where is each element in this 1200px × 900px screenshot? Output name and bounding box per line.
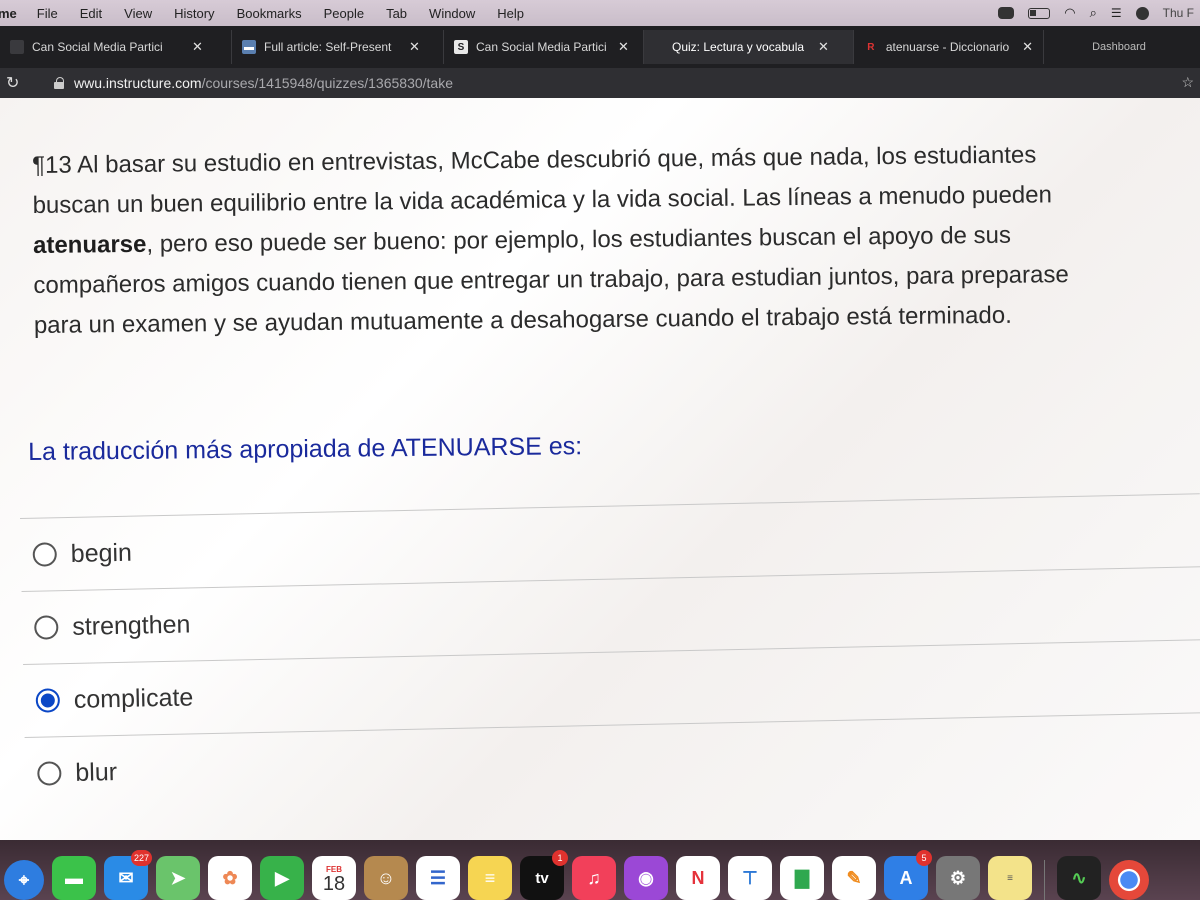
tab-dashboard[interactable]: Dashboard <box>1044 30 1194 64</box>
app-store-icon[interactable]: A5 <box>884 850 932 900</box>
tab-title: Quiz: Lectura y vocabula <box>672 40 805 54</box>
menu-edit[interactable]: Edit <box>80 6 102 21</box>
page-favicon-icon <box>10 40 24 54</box>
reload-icon[interactable]: ↻ <box>6 73 26 93</box>
search-icon[interactable]: ⌕ <box>1090 5 1097 21</box>
notes-icon[interactable]: ≡ <box>468 856 512 900</box>
stickies-icon[interactable]: ≡ <box>988 856 1032 900</box>
tab-title: Can Social Media Partici <box>476 40 607 54</box>
podcasts-icon[interactable]: ◉ <box>624 856 668 900</box>
radio-button-selected[interactable] <box>35 688 61 713</box>
menu-clock[interactable]: Thu F <box>1163 6 1194 20</box>
dock: ⌖ ▬ ✉ 227 ➤ ✿ ▶ FEB 18 ☺ ☰ ≡ tv 1 ♫ ◉ N ⊤ … <box>0 848 1149 900</box>
reading-passage: ¶13 Al basar su estudio en entrevistas, … <box>32 134 1196 346</box>
safari-icon[interactable]: ⌖ <box>4 860 44 900</box>
tab-strip: Can Social Media Partici ✕ ▬ Full articl… <box>0 26 1200 68</box>
tv-badge: 1 <box>552 850 568 866</box>
menu-help[interactable]: Help <box>497 6 524 21</box>
numbers-icon[interactable]: ▇ <box>780 856 824 900</box>
tab-quiz[interactable]: Quiz: Lectura y vocabula ✕ <box>644 30 854 64</box>
url-field[interactable]: wwu.instructure.com/courses/1415948/quiz… <box>74 75 453 91</box>
menu-tab[interactable]: Tab <box>386 6 407 21</box>
radio-button[interactable] <box>37 761 62 786</box>
quiz-page: ¶13 Al basar su estudio en entrevistas, … <box>0 98 1200 840</box>
lock-icon[interactable] <box>54 77 64 89</box>
tab-social-media-2[interactable]: S Can Social Media Partici ✕ <box>444 30 644 64</box>
mail-badge: 227 <box>130 850 152 866</box>
close-icon[interactable]: ✕ <box>1022 39 1033 55</box>
menu-bar: me File Edit View History Bookmarks Peop… <box>0 0 1200 26</box>
close-icon[interactable]: ✕ <box>192 39 203 55</box>
tab-title: atenuarse - Diccionario <box>885 40 1010 54</box>
contacts-icon[interactable]: ☺ <box>364 856 408 900</box>
journal-favicon-icon: ▬ <box>242 40 256 54</box>
tab-diccionario[interactable]: R atenuarse - Diccionario ✕ <box>854 30 1044 64</box>
close-icon[interactable]: ✕ <box>818 39 829 55</box>
close-icon[interactable]: ✕ <box>409 39 420 55</box>
chrome-icon[interactable] <box>1109 860 1149 900</box>
screen-record-icon[interactable] <box>998 7 1015 19</box>
facetime-icon[interactable]: ▶ <box>260 856 304 900</box>
tab-title: Full article: Self-Present <box>264 40 392 54</box>
url-path: /courses/1415948/quizzes/1365830/take <box>201 75 453 91</box>
app-menu[interactable]: me <box>0 6 17 21</box>
calendar-day: 18 <box>322 872 346 895</box>
tab-social-media-1[interactable]: Can Social Media Partici ✕ <box>0 30 232 64</box>
activity-monitor-icon[interactable]: ∿ <box>1057 856 1101 900</box>
maps-icon[interactable]: ➤ <box>156 856 200 900</box>
answer-label[interactable]: complicate <box>74 683 194 714</box>
mail-icon[interactable]: ✉ 227 <box>104 850 152 900</box>
tv-label: tv <box>535 869 549 887</box>
answer-label[interactable]: blur <box>75 758 117 788</box>
tab-title: Can Social Media Partici <box>32 40 163 54</box>
dock-area: ⌖ ▬ ✉ 227 ➤ ✿ ▶ FEB 18 ☺ ☰ ≡ tv 1 ♫ ◉ N ⊤ … <box>0 840 1200 900</box>
tab-full-article[interactable]: ▬ Full article: Self-Present ✕ <box>232 30 444 64</box>
dictionary-favicon-icon: R <box>867 41 875 53</box>
news-icon[interactable]: N <box>676 856 720 900</box>
menu-window[interactable]: Window <box>429 6 475 21</box>
highlighted-word: atenuarse <box>32 230 147 259</box>
question-text: La traducción más apropiada de ATENUARSE… <box>28 432 583 466</box>
system-preferences-icon[interactable]: ⚙ <box>936 856 980 900</box>
pages-icon[interactable]: ✎ <box>832 856 876 900</box>
reminders-icon[interactable]: ☰ <box>416 856 460 900</box>
answer-label[interactable]: begin <box>70 538 132 568</box>
music-icon[interactable]: ♫ <box>572 856 616 900</box>
answer-label[interactable]: strengthen <box>72 610 191 641</box>
passage-text: , pero eso puede ser bueno: por ejemplo,… <box>146 221 1012 258</box>
menu-view[interactable]: View <box>124 6 152 21</box>
bookmark-star-icon[interactable]: ☆ <box>1181 74 1194 91</box>
answer-list: begin strengthen complicate blur <box>20 493 1200 810</box>
radio-button[interactable] <box>32 542 58 567</box>
url-host: wwu.instructure.com <box>74 75 202 91</box>
siri-icon[interactable] <box>1135 6 1149 20</box>
apple-tv-icon[interactable]: tv 1 <box>520 850 568 900</box>
battery-icon[interactable] <box>1028 7 1051 19</box>
menu-bookmarks[interactable]: Bookmarks <box>237 6 302 21</box>
control-center-icon[interactable]: ☰ <box>1111 6 1122 20</box>
status-area: ◠ ⌕ ☰ Thu F <box>998 0 1200 26</box>
sciencedirect-favicon-icon: S <box>454 40 468 54</box>
photos-icon[interactable]: ✿ <box>208 856 252 900</box>
address-bar: ↻ wwu.instructure.com/courses/1415948/qu… <box>0 68 1200 98</box>
menu-history[interactable]: History <box>174 6 214 21</box>
wifi-icon[interactable]: ◠ <box>1064 5 1075 21</box>
keynote-icon[interactable]: ⊤ <box>728 856 772 900</box>
radio-button[interactable] <box>34 615 59 640</box>
app-store-badge: 5 <box>916 850 932 866</box>
calendar-icon[interactable]: FEB 18 <box>312 856 356 900</box>
menu-file[interactable]: File <box>37 6 58 21</box>
menu-people[interactable]: People <box>324 6 364 21</box>
tab-title: Dashboard <box>1092 41 1146 53</box>
messages-icon[interactable]: ▬ <box>52 856 96 900</box>
dock-divider <box>1044 860 1045 900</box>
close-icon[interactable]: ✕ <box>618 39 629 55</box>
